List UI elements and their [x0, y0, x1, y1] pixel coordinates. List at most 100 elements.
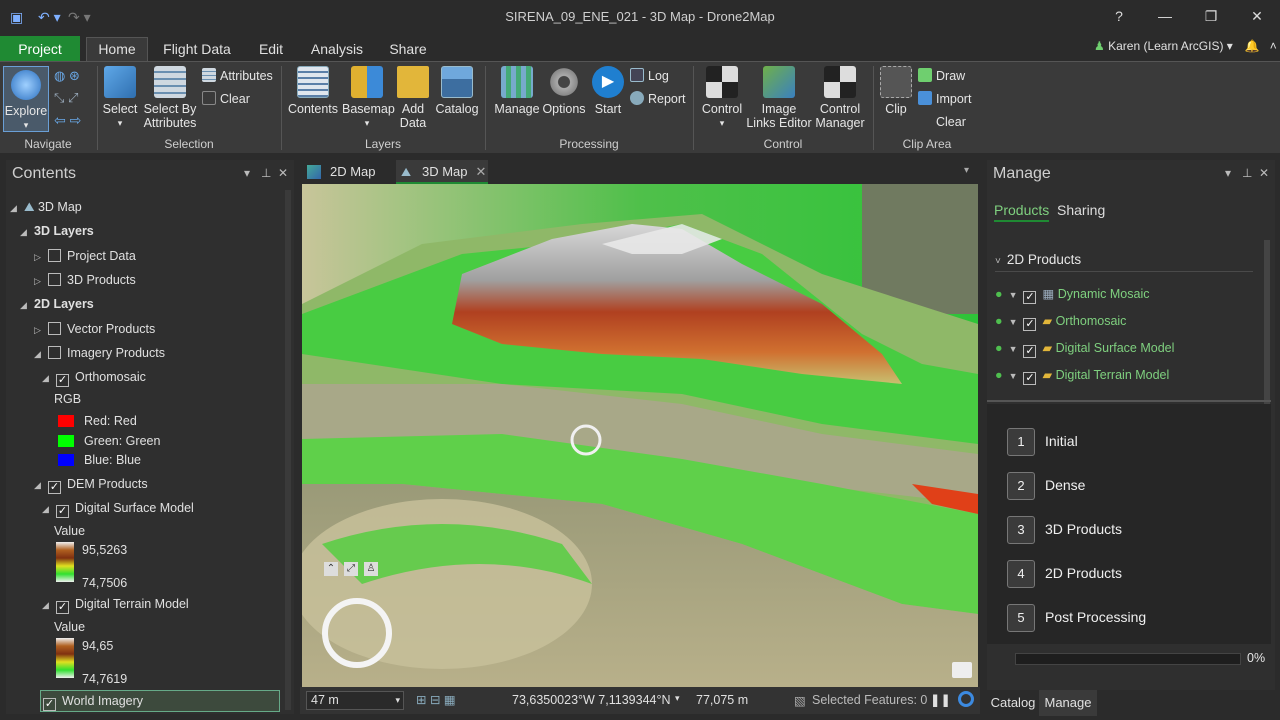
tree-digital-surface-model[interactable]: ◢ ✓ Digital Surface Model: [42, 498, 194, 518]
checkbox[interactable]: ✓: [56, 505, 69, 518]
tree-digital-terrain-model[interactable]: ◢ ✓ Digital Terrain Model: [42, 594, 189, 614]
step-initial[interactable]: 1 Initial: [1007, 426, 1078, 456]
product-orthomosaic[interactable]: ● ▼ ✓ ▰ Orthomosaic: [995, 311, 1126, 331]
add-data-button[interactable]: Add Data: [394, 66, 432, 130]
tab-list-icon[interactable]: ▾: [964, 165, 969, 176]
checkbox[interactable]: [48, 249, 61, 262]
step-3d-products[interactable]: 3 3D Products: [1007, 514, 1122, 544]
tree-imagery-products[interactable]: ◢ Imagery Products: [34, 343, 165, 363]
tab-share[interactable]: Share: [382, 38, 434, 62]
checkbox[interactable]: ✓: [1023, 318, 1037, 331]
tree-3d-products[interactable]: ▷ 3D Products: [34, 270, 136, 290]
navigator-up-icon[interactable]: ⌃: [324, 562, 338, 576]
navigator-person-icon[interactable]: ♙: [364, 562, 378, 576]
tab-home[interactable]: Home: [86, 37, 148, 61]
pane-menu-icon[interactable]: ▾: [244, 166, 250, 180]
checkbox[interactable]: ✓: [1023, 291, 1037, 304]
section-2d-products[interactable]: ˅ 2D Products: [995, 248, 1253, 272]
manage-pane: Manage ▾ ⊥ ✕ Products Sharing ˅ 2D Produc…: [987, 160, 1275, 690]
select-by-attributes-button[interactable]: Select By Attributes: [142, 66, 198, 130]
close-tab-icon[interactable]: ✕: [476, 164, 487, 179]
navigator-compass-icon[interactable]: [322, 598, 392, 668]
navigator-expand-icon[interactable]: ⤢: [344, 562, 358, 576]
tab-catalog[interactable]: Catalog: [987, 690, 1039, 716]
checkbox[interactable]: ✓: [56, 374, 69, 387]
checkbox[interactable]: ✓: [48, 481, 61, 494]
full-extent-icon[interactable]: ⤡ ⤢: [54, 90, 90, 108]
log-button[interactable]: Log: [630, 67, 669, 85]
explore-button[interactable]: Explore ▾: [3, 66, 49, 132]
tree-3d-layers[interactable]: ◢ 3D Layers: [20, 221, 94, 241]
tree-vector-products[interactable]: ▷ Vector Products: [34, 319, 155, 339]
product-digital-surface-model[interactable]: ● ▼ ✓ ▰ Digital Surface Model: [995, 338, 1174, 358]
attributes-button[interactable]: Attributes: [202, 67, 273, 85]
minimize-button[interactable]: —: [1150, 6, 1180, 26]
product-digital-terrain-model[interactable]: ● ▼ ✓ ▰ Digital Terrain Model: [995, 365, 1169, 385]
start-button[interactable]: ▶ Start: [588, 66, 628, 116]
contents-scrollbar[interactable]: [285, 190, 291, 710]
pin-icon[interactable]: ⊥: [1242, 166, 1252, 180]
clear-selection-button[interactable]: Clear: [202, 90, 250, 108]
tab-edit[interactable]: Edit: [250, 38, 292, 62]
products-scrollbar[interactable]: [1264, 240, 1270, 404]
control-manager-button[interactable]: Control Manager: [812, 66, 868, 130]
catalog-button[interactable]: Catalog: [432, 66, 482, 116]
checkbox[interactable]: [48, 346, 61, 359]
coordinate-format-dropdown[interactable]: ▾: [675, 693, 680, 704]
tab-products[interactable]: Products: [994, 202, 1050, 222]
tab-sharing[interactable]: Sharing: [1057, 202, 1105, 218]
step-dense[interactable]: 2 Dense: [1007, 470, 1085, 500]
checkbox[interactable]: [48, 273, 61, 286]
options-button[interactable]: Options: [540, 66, 588, 116]
contents-button[interactable]: Contents: [286, 66, 340, 116]
step-2d-products[interactable]: 4 2D Products: [1007, 558, 1122, 588]
step-post-processing[interactable]: 5 Post Processing: [1007, 602, 1146, 632]
tab-flight-data[interactable]: Flight Data: [158, 38, 236, 62]
manage-button[interactable]: Manage: [490, 66, 544, 116]
close-button[interactable]: ✕: [1242, 6, 1272, 26]
ribbon-collapse-icon[interactable]: ˄: [1270, 39, 1277, 53]
restore-button[interactable]: ❐: [1196, 6, 1226, 26]
basemap-button[interactable]: Basemap ▾: [342, 66, 395, 130]
report-button[interactable]: Report: [630, 90, 686, 108]
pane-menu-icon[interactable]: ▾: [1225, 166, 1231, 180]
tab-project[interactable]: Project: [0, 36, 80, 62]
checkbox[interactable]: ✓: [56, 601, 69, 614]
help-button[interactable]: ?: [1104, 6, 1134, 26]
refresh-icon[interactable]: [958, 691, 974, 707]
product-dynamic-mosaic[interactable]: ● ▼ ✓ ▦ Dynamic Mosaic: [995, 284, 1149, 304]
image-links-editor-button[interactable]: Image Links Editor: [746, 66, 812, 130]
back-forward-icon[interactable]: ⇦ ⇨: [54, 112, 90, 130]
tree-project-data[interactable]: ▷ Project Data: [34, 246, 136, 266]
notification-icon[interactable]: 🔔: [1245, 39, 1260, 53]
checkbox[interactable]: ✓: [1023, 372, 1037, 385]
globe-icon[interactable]: ◍ ⊛: [54, 68, 90, 86]
tree-world-imagery[interactable]: ✓ World Imagery: [40, 690, 280, 712]
close-pane-icon[interactable]: ✕: [278, 166, 288, 180]
pause-icon[interactable]: ❚❚: [930, 692, 951, 707]
control-button[interactable]: Control ▾: [698, 66, 746, 130]
terrain-3d-scene[interactable]: ⌃ ⤢ ♙: [302, 184, 978, 687]
tree-orthomosaic[interactable]: ◢ ✓ Orthomosaic: [42, 367, 146, 387]
checkbox[interactable]: ✓: [43, 698, 56, 711]
tree-2d-layers[interactable]: ◢ 2D Layers: [20, 294, 94, 314]
map-overview-icon[interactable]: [952, 662, 972, 678]
select-button[interactable]: Select ▾: [100, 66, 140, 130]
scale-select[interactable]: 47 m ▾: [306, 691, 404, 710]
close-pane-icon[interactable]: ✕: [1259, 166, 1269, 180]
pin-icon[interactable]: ⊥: [261, 166, 271, 180]
map-tool-icons[interactable]: ⊞ ⊟ ▦: [416, 692, 456, 707]
selected-features-icon: ▧: [794, 694, 806, 708]
clear-clip-button[interactable]: Clear: [936, 113, 966, 131]
user-menu[interactable]: ♟ Karen (Learn ArcGIS) ▾ 🔔 ˄: [1094, 39, 1277, 53]
tree-3d-map[interactable]: ◢ ⛰ 3D Map: [10, 197, 82, 217]
tree-dem-products[interactable]: ◢ ✓ DEM Products: [34, 474, 148, 494]
draw-button[interactable]: Draw: [918, 67, 965, 85]
import-button[interactable]: Import: [918, 90, 971, 108]
tab-analysis[interactable]: Analysis: [306, 38, 368, 62]
clip-button[interactable]: Clip: [878, 66, 914, 116]
checkbox[interactable]: ✓: [1023, 345, 1037, 358]
tab-manage[interactable]: Manage: [1039, 690, 1097, 716]
checkbox[interactable]: [48, 322, 61, 335]
splitter[interactable]: [987, 400, 1271, 402]
